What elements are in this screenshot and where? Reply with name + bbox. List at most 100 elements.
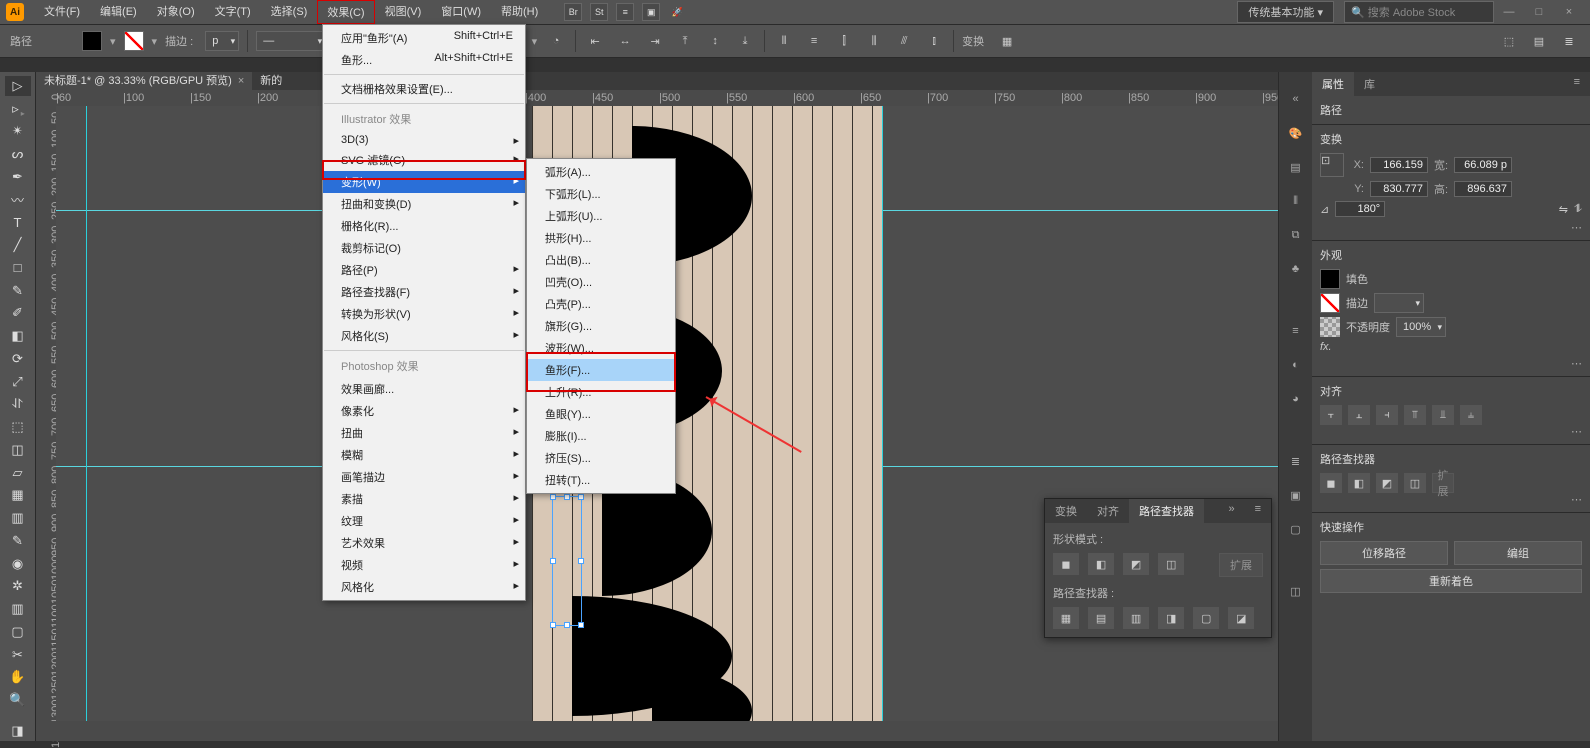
menu-item[interactable]: 弧形(A)... <box>527 161 675 183</box>
menu-item[interactable]: SVG 滤镜(G) <box>323 149 525 171</box>
perspective-tool[interactable]: ▱ <box>5 463 31 483</box>
menu-item[interactable]: 艺术效果 <box>323 532 525 554</box>
flip-h-icon[interactable]: ⇋ <box>1559 203 1568 216</box>
minimize-button[interactable]: — <box>1494 3 1524 21</box>
mesh-tool[interactable]: ▦ <box>5 486 31 506</box>
document-tab-1[interactable]: 未标题-1* @ 33.33% (RGB/GPU 预览)× <box>36 72 252 90</box>
expand-button[interactable]: 扩展 <box>1219 553 1263 577</box>
group-button[interactable]: 编组 <box>1454 541 1582 565</box>
menu-item[interactable]: 凸壳(P)... <box>527 293 675 315</box>
pencil-tool[interactable]: ✐ <box>5 304 31 324</box>
menu-item[interactable]: 文档栅格效果设置(E)... <box>323 78 525 100</box>
menu-item[interactable]: 应用"鱼形"(A)Shift+Ctrl+E <box>323 27 525 49</box>
brushes-panel-icon[interactable]: ⫴ <box>1285 190 1307 212</box>
unite-button[interactable]: ◼ <box>1320 473 1342 493</box>
ref-point-widget[interactable]: ⊡ <box>1320 153 1344 177</box>
lasso-tool[interactable]: ᔕ <box>5 144 31 164</box>
brush-tool[interactable]: ✎ <box>5 281 31 301</box>
outline-button[interactable]: ▢ <box>1193 607 1219 629</box>
rotate-input[interactable]: 180° <box>1335 201 1385 217</box>
pen-tool[interactable]: ✒ <box>5 167 31 187</box>
stroke-swatch[interactable] <box>124 31 144 51</box>
color-panel-icon[interactable]: 🎨 <box>1285 122 1307 144</box>
exclude-button[interactable]: ◫ <box>1158 553 1184 575</box>
document-tab-2[interactable]: 新的 <box>252 72 290 90</box>
artboards-panel-icon[interactable]: ▢ <box>1285 518 1307 540</box>
isolate-icon[interactable]: ⬚ <box>1498 30 1520 52</box>
symbols-panel-icon[interactable]: ⧉ <box>1285 224 1307 246</box>
transparency-panel-icon[interactable]: ◐ <box>1285 354 1307 376</box>
align-right-icon[interactable]: ⇥ <box>644 30 666 52</box>
selection-bounding-box[interactable] <box>552 496 582 626</box>
align-bottom-icon[interactable]: ⤓ <box>734 30 756 52</box>
brush-def-dropdown[interactable]: — <box>256 31 326 51</box>
guide-vertical[interactable] <box>882 106 883 721</box>
zoom-tool[interactable]: 🔍 <box>5 690 31 710</box>
opacity-input[interactable]: 100% <box>1396 317 1446 337</box>
libraries-panel-icon[interactable]: ◫ <box>1285 580 1307 602</box>
line-tool[interactable]: ╱ <box>5 235 31 255</box>
fill-swatch[interactable] <box>82 31 102 51</box>
menu-effect[interactable]: 效果(C) <box>317 0 374 24</box>
guide-vertical[interactable] <box>86 106 87 721</box>
exclude-button[interactable]: ◫ <box>1404 473 1426 493</box>
minus-front-button[interactable]: ◧ <box>1088 553 1114 575</box>
scale-tool[interactable]: ⤢ <box>5 372 31 392</box>
align-vcenter-button[interactable]: ⫫ <box>1432 405 1454 425</box>
rotate-tool[interactable]: ⟳ <box>5 349 31 369</box>
menu-item[interactable]: 风格化 <box>323 576 525 598</box>
close-tab-icon[interactable]: × <box>238 72 244 90</box>
blend-tool[interactable]: ◉ <box>5 554 31 574</box>
menu-item[interactable]: 鱼形...Alt+Shift+Ctrl+E <box>323 49 525 71</box>
menu-item[interactable]: 画笔描边 <box>323 466 525 488</box>
pathfinder-panel[interactable]: 变换 对齐 路径查找器 » ≡ 形状模式 : ◼ ◧ ◩ ◫ 扩展 路径查找器 … <box>1044 498 1272 638</box>
gradient-tool[interactable]: ▥ <box>5 508 31 528</box>
menu-item[interactable]: 转换为形状(V) <box>323 303 525 325</box>
menu-item[interactable]: 视频 <box>323 554 525 576</box>
menu-item[interactable]: 上弧形(U)... <box>527 205 675 227</box>
rectangle-tool[interactable]: □ <box>5 258 31 278</box>
tab-libraries[interactable]: 库 <box>1354 72 1385 96</box>
panel-collapse-icon[interactable]: » <box>1218 499 1244 523</box>
x-input[interactable]: 166.159 <box>1370 157 1428 173</box>
dist-sp1-icon[interactable]: ⫿ <box>833 30 855 52</box>
unite-button[interactable]: ◼ <box>1053 553 1079 575</box>
panel-menu-icon[interactable]: ≡ <box>1245 499 1271 523</box>
menu-item[interactable]: 裁剪标记(O) <box>323 237 525 259</box>
collapse-dock-icon[interactable]: « <box>1285 88 1307 110</box>
dist-sp4-icon[interactable]: ⫾ <box>923 30 945 52</box>
symbol-tool[interactable]: ✲ <box>5 577 31 597</box>
dist-sp2-icon[interactable]: ⫼ <box>863 30 885 52</box>
align-right-button[interactable]: ⫞ <box>1376 405 1398 425</box>
divide-button[interactable]: ▦ <box>1053 607 1079 629</box>
free-transform-tool[interactable]: ⬚ <box>5 417 31 437</box>
arrange-icon[interactable]: ≡ <box>616 3 634 21</box>
type-tool[interactable]: T <box>5 213 31 233</box>
dist-h-icon[interactable]: ⫴ <box>773 30 795 52</box>
close-button[interactable]: × <box>1554 3 1584 21</box>
rocket-icon[interactable]: 🚀 <box>668 3 686 21</box>
edit-icon[interactable]: ▤ <box>1528 30 1550 52</box>
intersect-button[interactable]: ◩ <box>1376 473 1398 493</box>
hand-tool[interactable]: ✋ <box>5 668 31 688</box>
align-left-icon[interactable]: ⇤ <box>584 30 606 52</box>
menu-item[interactable]: 栅格化(R)... <box>323 215 525 237</box>
y-input[interactable]: 830.777 <box>1370 181 1428 197</box>
align-top-button[interactable]: ⫪ <box>1404 405 1426 425</box>
menu-type[interactable]: 文字(T) <box>205 0 261 24</box>
stroke-weight-input[interactable] <box>1374 293 1424 313</box>
minus-back-button[interactable]: ◪ <box>1228 607 1254 629</box>
gradient-panel-icon[interactable]: ≡ <box>1285 320 1307 342</box>
fill-swatch[interactable] <box>1320 269 1340 289</box>
tab-transform[interactable]: 变换 <box>1045 499 1087 523</box>
menu-window[interactable]: 窗口(W) <box>431 0 491 24</box>
magic-wand-tool[interactable]: ✴ <box>5 122 31 142</box>
align-hcenter-icon[interactable]: ↔ <box>614 30 636 52</box>
shape-builder-tool[interactable]: ◫ <box>5 440 31 460</box>
eyedropper-tool[interactable]: ✎ <box>5 531 31 551</box>
menu-item[interactable]: 挤压(S)... <box>527 447 675 469</box>
merge-button[interactable]: ▥ <box>1123 607 1149 629</box>
graph-tool[interactable]: ▥ <box>5 599 31 619</box>
selection-tool[interactable]: ▷ <box>5 76 31 96</box>
direct-selection-tool[interactable]: ▹▸ <box>5 99 31 119</box>
